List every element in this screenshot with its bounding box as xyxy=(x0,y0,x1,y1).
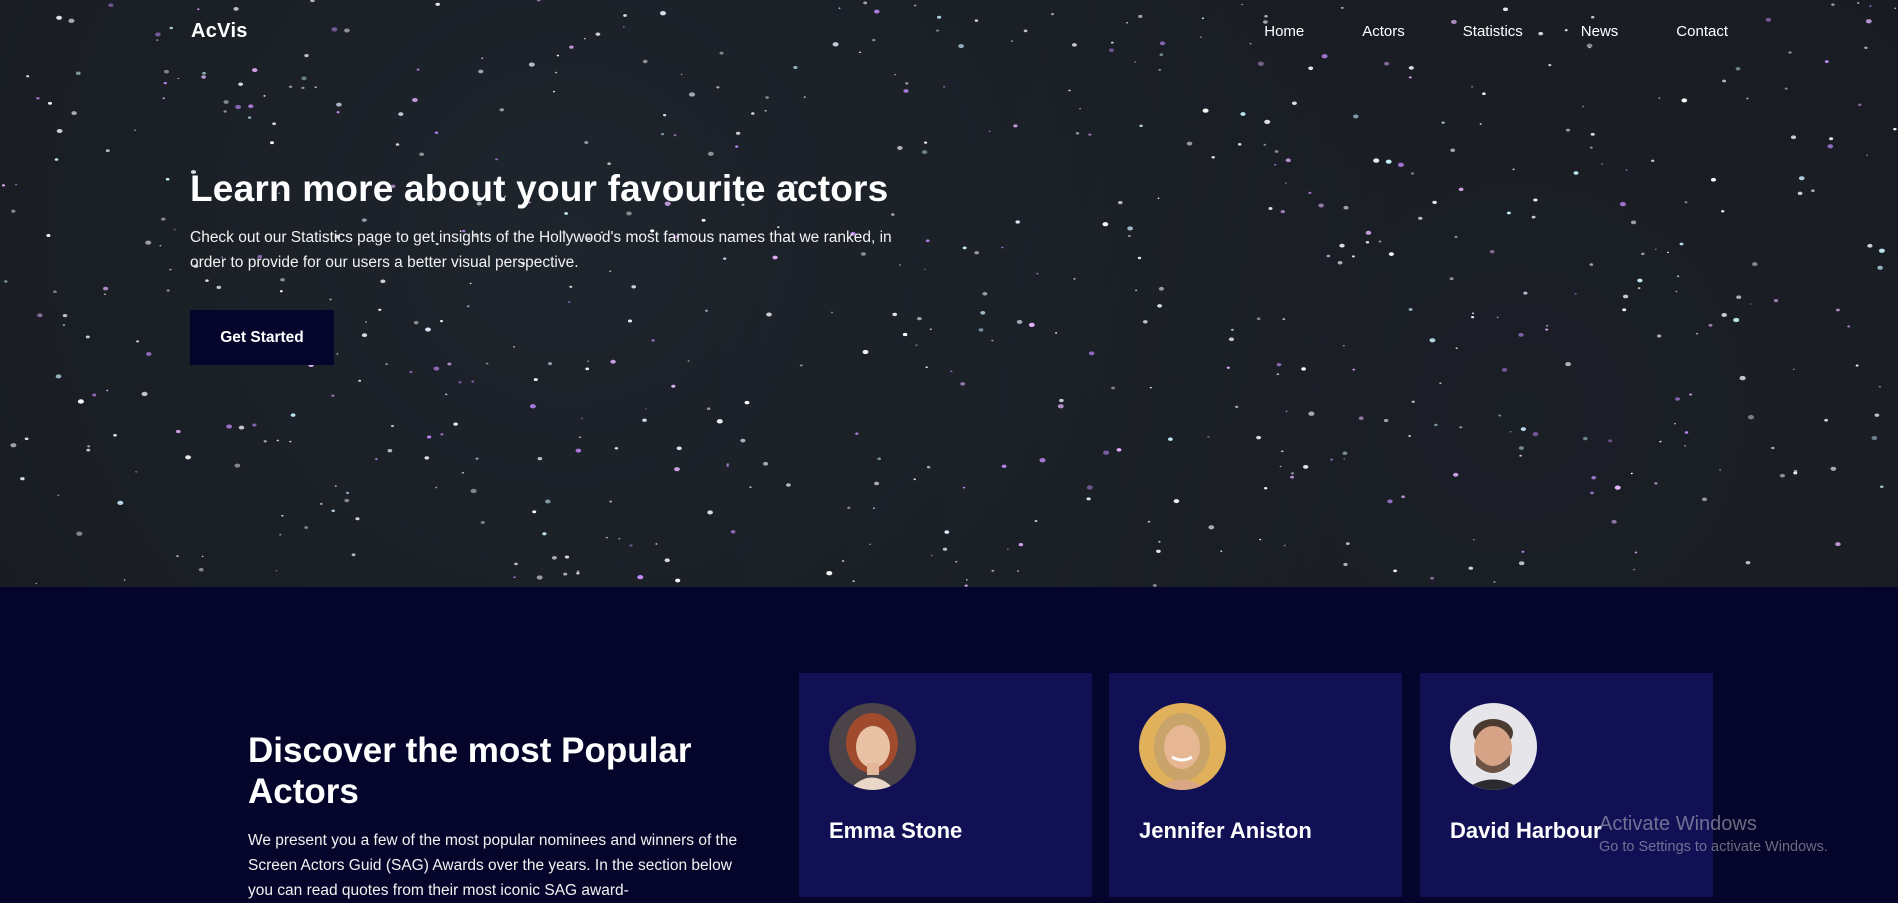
nav-statistics[interactable]: Statistics xyxy=(1463,23,1523,40)
nav-news[interactable]: News xyxy=(1581,23,1619,40)
nav-actors[interactable]: Actors xyxy=(1362,23,1405,40)
actor-card-emma-stone[interactable]: Emma Stone xyxy=(799,673,1092,897)
actor-name: Jennifer Aniston xyxy=(1139,818,1312,843)
main-nav: Home Actors Statistics News Contact xyxy=(1206,23,1728,40)
popular-section-title: Discover the most Popular Actors xyxy=(248,731,692,811)
actor-name: David Harbour xyxy=(1450,818,1602,843)
watermark-title: Activate Windows xyxy=(1599,813,1757,835)
hero-title: Learn more about your favourite actors xyxy=(190,168,889,209)
actor-card-jennifer-aniston[interactable]: Jennifer Aniston xyxy=(1109,673,1402,897)
hero-description: Check out our Statistics page to get ins… xyxy=(190,229,892,271)
nav-home[interactable]: Home xyxy=(1264,23,1304,40)
hero-section: AcVis Home Actors Statistics News Contac… xyxy=(0,0,1898,587)
brand-logo[interactable]: AcVis xyxy=(191,20,248,43)
nav-contact[interactable]: Contact xyxy=(1676,23,1728,40)
actor-name: Emma Stone xyxy=(829,818,963,843)
actor-avatar-emma-stone xyxy=(829,703,916,790)
actor-avatar-david-harbour xyxy=(1450,703,1537,790)
actor-card-david-harbour[interactable]: David Harbour xyxy=(1420,673,1713,897)
actor-avatar-jennifer-aniston xyxy=(1139,703,1226,790)
starfield-background xyxy=(1,0,1897,587)
watermark-subtitle: Go to Settings to activate Windows. xyxy=(1599,839,1828,855)
activate-windows-watermark: Activate Windows Go to Settings to activ… xyxy=(1599,811,1828,857)
popular-section-description: We present you a few of the most popular… xyxy=(248,832,738,899)
get-started-button[interactable]: Get Started xyxy=(190,310,334,365)
